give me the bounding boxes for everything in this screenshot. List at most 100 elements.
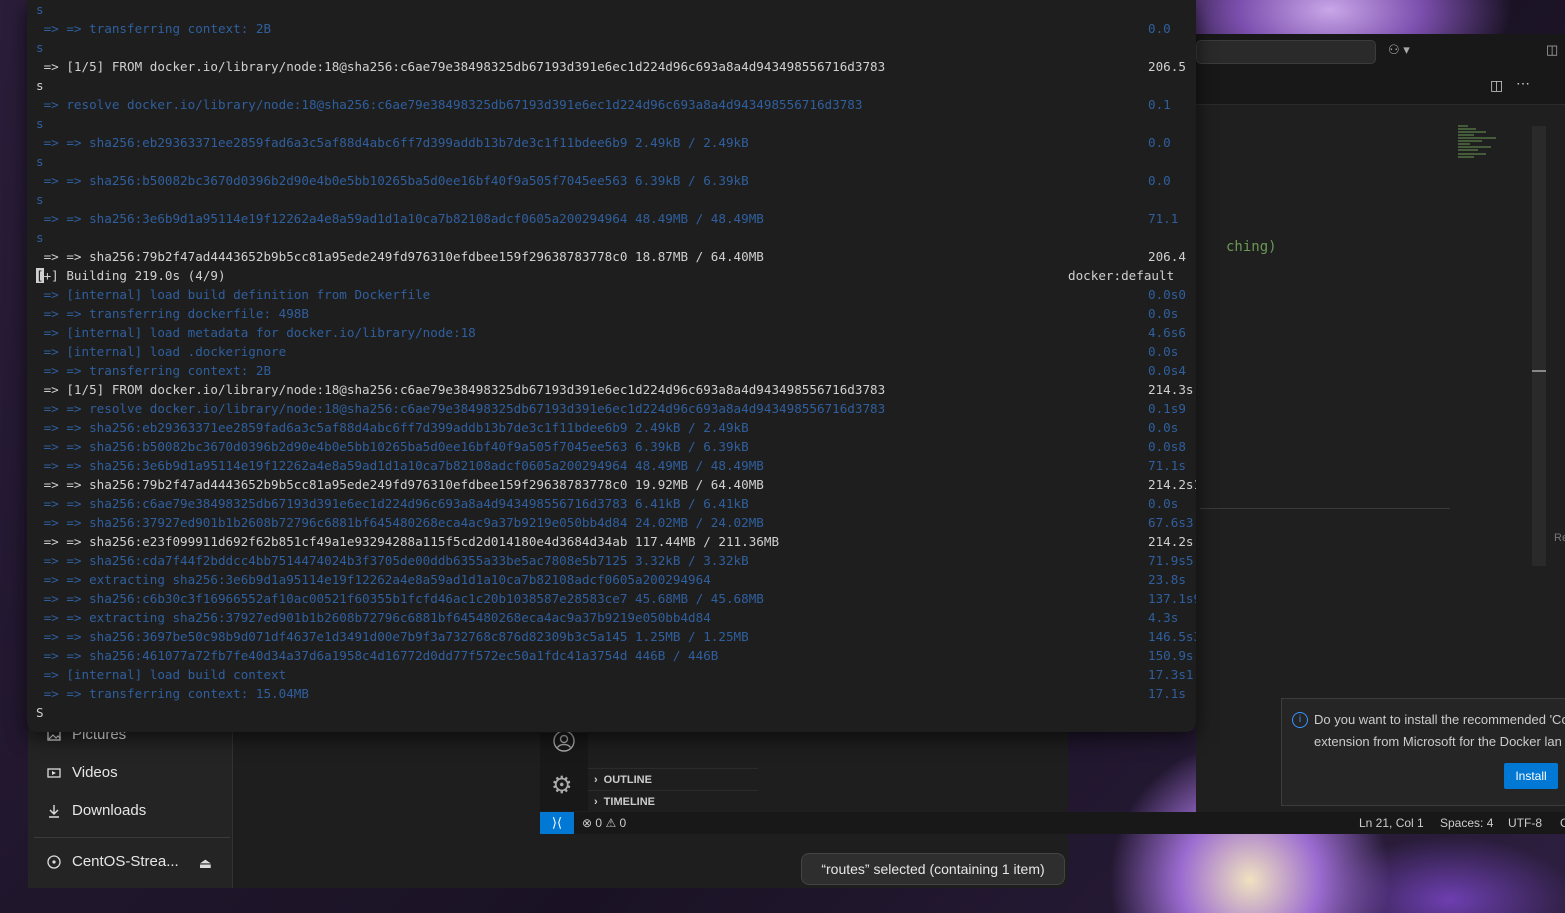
layout-icon[interactable]: ◫ — [1546, 42, 1558, 58]
sidebar-item-label: Downloads — [72, 802, 147, 819]
terminal-line: => => sha256:c6b30c3f16966552af10ac00521… — [36, 589, 1196, 608]
terminal-line-text: => => sha256:b50082bc3670d0396b2d90e4b0e… — [36, 439, 749, 454]
minimap[interactable] — [1456, 124, 1506, 164]
terminal-line-time: 206.5 — [1148, 59, 1186, 74]
terminal-line: s — [36, 76, 44, 95]
terminal-line: s — [36, 190, 44, 209]
sidebar-item-downloads[interactable]: Downloads — [46, 802, 146, 819]
terminal-line-text: => [internal] load .dockerignore — [36, 344, 287, 359]
terminal-line: => => sha256:3697be50c98b9d071df4637e1d3… — [36, 627, 1196, 646]
timeline-label: TIMELINE — [603, 795, 656, 808]
terminal-line: => => sha256:eb29363371ee2859fad6a3c5af8… — [36, 418, 1179, 437]
videos-icon — [47, 767, 61, 778]
terminal-line-text: => => sha256:eb29363371ee2859fad6a3c5af8… — [36, 420, 749, 435]
terminal-line-time: 71.9s5 — [1148, 553, 1194, 568]
terminal-line-text: => => transferring dockerfile: 498B — [36, 306, 309, 321]
terminal-line-time: 0.0s8 — [1148, 439, 1186, 454]
terminal-line: => => sha256:79b2f47ad4443652b9b5cc81a95… — [36, 247, 1186, 266]
terminal-line-time: 17.1s — [1148, 686, 1186, 701]
terminal-line-text: => => sha256:eb29363371ee2859fad6a3c5af8… — [36, 135, 749, 150]
terminal-line: => => extracting sha256:37927ed901b1b260… — [36, 608, 1179, 627]
terminal-line-text: +] Building 219.0s (4/9) — [43, 268, 226, 283]
terminal-line-text: => => sha256:c6ae79e38498325db67193d391e… — [36, 496, 749, 511]
terminal-line-text: => => sha256:3e6b9d1a95114e19f12262a4e8a… — [36, 211, 764, 226]
terminal-line: => resolve docker.io/library/node:18@sha… — [36, 95, 1171, 114]
terminal-line: => => sha256:e23f099911d692f62b851cf49a1… — [36, 532, 1194, 551]
terminal-line: s — [36, 228, 44, 247]
terminal-line: => => sha256:eb29363371ee2859fad6a3c5af8… — [36, 133, 1171, 152]
gear-icon[interactable]: ⚙ — [551, 773, 573, 799]
split-editor-icon[interactable]: ◫ — [1490, 77, 1503, 94]
status-bar: ⟩⟨ ⊗ 0 ⚠ 0 Ln 21, Col 1 Spaces: 4 UTF-8 … — [540, 812, 1565, 834]
terminal-line: => => resolve docker.io/library/node:18@… — [36, 399, 1186, 418]
terminal-line-time: 214.2s — [1148, 534, 1194, 549]
terminal-line: => => sha256:b50082bc3670d0396b2d90e4b0e… — [36, 437, 1186, 456]
terminal-line: => [internal] load build context 17.3s1 — [36, 665, 1194, 684]
sidebar-item-label: Videos — [72, 764, 118, 781]
terminal-line: => => sha256:3e6b9d1a95114e19f12262a4e8a… — [36, 209, 1179, 228]
terminal-line-time: 4.6s6 — [1148, 325, 1186, 340]
scrollbar-thumb[interactable] — [1532, 370, 1546, 372]
sidebar-item-label: CentOS-Strea... — [72, 853, 179, 870]
install-button[interactable]: Install — [1504, 763, 1558, 789]
terminal-line-time: 206.4 — [1148, 249, 1186, 264]
indentation[interactable]: Spaces: 4 — [1440, 816, 1493, 830]
error-icon: ⊗ — [582, 816, 593, 830]
terminal-line-text: => => sha256:3697be50c98b9d071df4637e1d3… — [36, 629, 749, 644]
terminal-line-text: s — [36, 2, 44, 17]
error-count: 0 — [595, 816, 603, 830]
terminal-line-time: 0.1 — [1148, 97, 1171, 112]
terminal-line-text: => => sha256:37927ed901b1b2608b72796c688… — [36, 515, 764, 530]
terminal-line-text: => => sha256:cda7f44f2bddcc4bb7514474024… — [36, 553, 749, 568]
outline-label: OUTLINE — [603, 773, 652, 786]
command-center-search[interactable] — [1196, 40, 1376, 64]
downloads-icon — [49, 804, 59, 818]
terminal-line-text: s — [36, 192, 44, 207]
terminal-line: => => sha256:cda7f44f2bddcc4bb7514474024… — [36, 551, 1194, 570]
selection-toast: “routes” selected (containing 1 item) — [801, 853, 1065, 885]
sidebar-item-device[interactable]: CentOS-Strea... — [46, 853, 179, 870]
terminal-line-text: s — [36, 40, 44, 55]
account-icon[interactable] — [552, 729, 576, 753]
terminal-line-time: docker:default — [1068, 268, 1175, 283]
terminal-line-time: 0.0s4 — [1148, 363, 1186, 378]
terminal-line-time: 0.0 — [1148, 173, 1171, 188]
terminal-line-text: S — [36, 705, 44, 720]
editor-scrollbar[interactable] — [1532, 126, 1546, 566]
activity-bar: ⚙ — [540, 730, 588, 811]
info-icon: i — [1292, 712, 1308, 728]
terminal-line: => [internal] load build definition from… — [36, 285, 1186, 304]
copilot-icon[interactable]: ⚇ ▾ — [1388, 42, 1410, 58]
terminal-line: => [1/5] FROM docker.io/library/node:18@… — [36, 380, 1194, 399]
cursor-position[interactable]: Ln 21, Col 1 — [1359, 816, 1424, 830]
sidebar-item-videos[interactable]: Videos — [46, 764, 118, 781]
remote-indicator-icon[interactable]: ⟩⟨ — [540, 812, 574, 834]
status-extra[interactable]: C — [1560, 816, 1565, 830]
more-actions-icon[interactable]: ⋯ — [1516, 75, 1530, 92]
terminal-line: [+] Building 219.0s (4/9) docker:default — [36, 266, 1174, 285]
terminal-line: => => transferring dockerfile: 498B 0.0s — [36, 304, 1179, 323]
timeline-section[interactable]: › TIMELINE — [588, 790, 758, 812]
terminal-line-text: => => sha256:461077a72fb7fe40d34a37d6a19… — [36, 648, 719, 663]
problems-indicator[interactable]: ⊗ 0 ⚠ 0 — [582, 816, 626, 830]
editor-tab-bar: ◫ ⋯ — [1196, 68, 1565, 105]
chevron-right-icon: › — [594, 773, 598, 786]
terminal-line-time: 150.9s — [1148, 648, 1194, 663]
terminal-line: => => extracting sha256:3e6b9d1a95114e19… — [36, 570, 1186, 589]
terminal-line-text: => [1/5] FROM docker.io/library/node:18@… — [36, 59, 886, 74]
terminal-line: => [1/5] FROM docker.io/library/node:18@… — [36, 57, 1186, 76]
terminal-line-text: => => extracting sha256:37927ed901b1b260… — [36, 610, 711, 625]
notification-line-2: extension from Microsoft for the Docker … — [1314, 734, 1562, 749]
terminal-line-text: s — [36, 230, 44, 245]
terminal-line-time: 214.3s — [1148, 382, 1194, 397]
notification-message: Do you want to install the recommended '… — [1314, 709, 1565, 753]
outline-section[interactable]: › OUTLINE — [588, 768, 758, 790]
terminal-line-time: 137.1s9 — [1148, 591, 1196, 606]
terminal-line: => => sha256:b50082bc3670d0396b2d90e4b0e… — [36, 171, 1171, 190]
terminal-line: => [internal] load metadata for docker.i… — [36, 323, 1186, 342]
terminal-line-time: 0.0s — [1148, 344, 1179, 359]
terminal-line-time: 146.5s3 — [1148, 629, 1196, 644]
eject-icon[interactable]: ⏏ — [199, 855, 212, 872]
terminal-window[interactable]: s => => transferring context: 2B 0.0 s => … — [27, 0, 1196, 732]
encoding[interactable]: UTF-8 — [1508, 816, 1542, 830]
